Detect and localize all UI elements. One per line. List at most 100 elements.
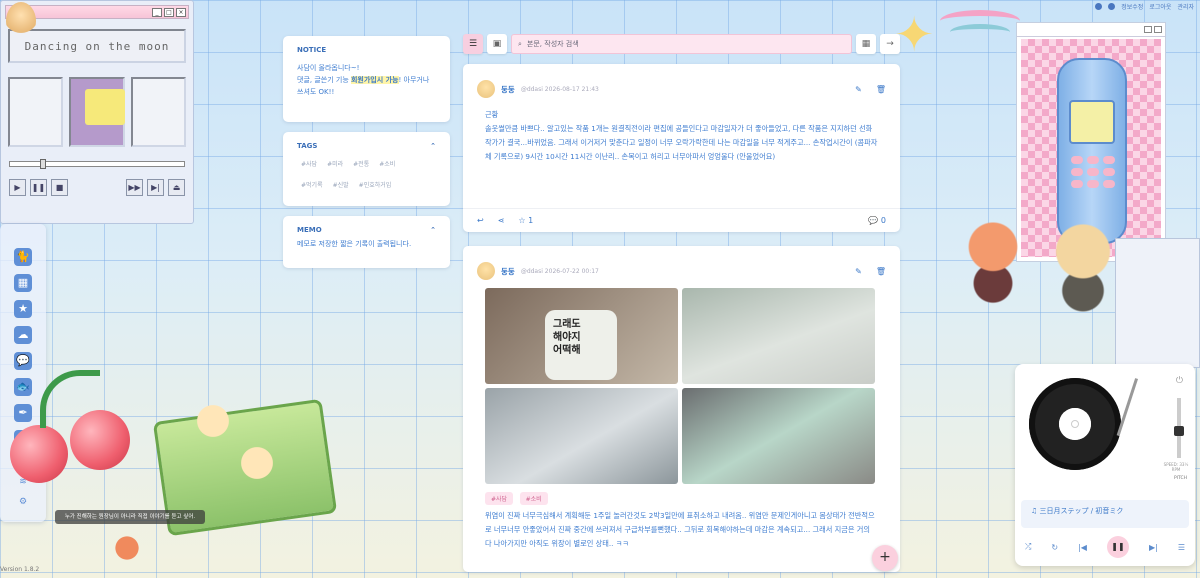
notice-body: 사담이 올라옵니다~! 댓글, 글쓴기 기능 회원가입시 가능! 아무거나 쓰셔… [283,54,450,106]
close-icon[interactable] [1154,26,1162,33]
window-titlebar[interactable] [1017,23,1165,37]
stop-icon[interactable]: ■ [51,179,68,196]
notice-line-1: 사담이 올라옵니다~! [297,64,360,72]
post-card: 둥둥 @ddasi 2026-08-17 21:43 ✎ 🗑 근황 솔웃썰만큼 바… [463,64,900,232]
comment-icon[interactable]: 💬 0 [868,216,886,225]
pitch-slider-handle[interactable] [1174,426,1184,436]
post-author[interactable]: 둥둥 [501,266,515,277]
vinyl-record-icon[interactable] [1029,378,1121,470]
collapse-icon[interactable]: ⌃ [430,226,436,234]
chibi-bottom-icon [112,532,142,572]
seek-handle[interactable] [40,159,46,169]
minimize-icon[interactable]: _ [152,7,162,17]
phone-screen [1069,100,1115,144]
signup-highlight: 회원가입시 가능 [350,76,399,84]
photo-caption-text: 그래도 해야지 어떡해 [545,310,617,380]
power-icon[interactable]: ⏻ [1176,376,1183,386]
like-count: 1 [528,216,534,225]
photo-grid: 그래도 해야지 어떡해 [463,280,900,484]
tag-link[interactable]: #신발 [333,180,349,192]
next-icon[interactable]: ▶| [1149,543,1158,552]
post-text: 솔웃썰만큼 바쁘다.. 알고있는 작품 1개는 원결직전이라 편집에 공들인다고… [485,124,878,161]
cat-icon[interactable]: 🐈 [14,248,32,266]
avatar [477,262,495,280]
edit-profile-link[interactable]: 정보수정 [1121,2,1143,11]
pitch-slider[interactable] [1174,398,1184,458]
feed-toolbar: ☰ ▣ ⌕ 본문, 작성자 검색 ▦ → [463,34,900,54]
photo-lamp[interactable] [682,388,875,484]
right-panel [130,77,186,147]
blue-swirl-icon [950,24,1010,40]
star-icon[interactable]: ★ [14,300,32,318]
sparkle-star-icon: ✦ [894,7,935,63]
trash-icon[interactable]: 🗑 [876,267,886,276]
edit-icon[interactable]: ✎ [855,85,862,94]
gallery-view-icon[interactable]: ▣ [487,34,507,54]
shuffle-icon[interactable]: ⤮ [1025,542,1031,552]
notice-line-2: 댓글, 글쓴기 기능 [297,76,351,84]
playlist-icon[interactable]: ☰ [1178,543,1185,552]
post-tag[interactable]: #소비 [519,492,548,505]
track-display: Dancing on the moon [8,29,186,63]
eject-icon[interactable]: ⏏ [168,179,185,196]
cherry-stem-icon [40,370,100,428]
post-tag[interactable]: #사담 [485,492,514,505]
minimize-icon[interactable] [1144,26,1152,33]
album-art [69,77,126,147]
top-bar: 정보수정 로그아웃 관리자 [1095,2,1194,11]
pitch-label: PITCH [1173,476,1187,481]
reply-icon[interactable]: ↩ [477,216,484,225]
fish-icon[interactable]: 🐟 [14,378,32,396]
maximize-icon[interactable]: □ [164,7,174,17]
memo-title: MEMO [297,226,322,234]
trash-icon[interactable]: 🗑 [876,85,886,94]
quill-icon[interactable]: ✒ [14,404,32,422]
fast-forward-icon[interactable]: ▶▶ [126,179,143,196]
tags-title: TAGS [297,142,318,150]
post-author[interactable]: 둥둥 [501,84,515,95]
bell-icon[interactable] [1108,3,1116,10]
cloud-icon[interactable]: ☁ [14,326,32,344]
photo-phone-case[interactable] [485,388,678,484]
edit-icon[interactable]: ✎ [855,267,862,276]
heart-icon[interactable] [1095,3,1103,10]
tag-link[interactable]: #사담 [301,159,317,171]
photo-keyboard[interactable] [682,288,875,384]
tag-link[interactable]: #인효하거임 [359,180,392,192]
post-text: 위염이 진짜 너무극심해서 계획해둔 1주일 놀러간것도 2박3일만에 표취소하… [485,511,875,548]
tag-link[interactable]: #소비 [379,159,395,171]
logout-link[interactable]: 로그아웃 [1149,2,1171,11]
collapse-icon[interactable]: ⌃ [430,142,436,150]
star-icon[interactable]: ☆ 1 [518,216,533,225]
tag-link[interactable]: #미라 [327,159,343,171]
notice-card: NOTICE 사담이 올라옵니다~! 댓글, 글쓴기 기능 회원가입시 가능! … [283,36,450,122]
play-icon[interactable]: ▶ [9,179,26,196]
search-input[interactable]: ⌕ 본문, 작성자 검색 [511,34,852,54]
grid-icon[interactable]: ▦ [14,274,32,292]
previous-icon[interactable]: |◀ [1078,543,1087,552]
chibi-sticker-icon [6,2,36,40]
admin-link[interactable]: 관리자 [1177,2,1194,11]
chat-icon[interactable]: 💬 [14,352,32,370]
seek-bar[interactable] [9,159,185,169]
search-placeholder: 본문, 작성자 검색 [526,40,579,48]
next-track-icon[interactable]: ▶| [147,179,164,196]
flip-phone-icon [1057,58,1127,244]
calendar-icon[interactable]: ▦ [856,34,876,54]
phone-keys [1071,156,1115,188]
comment-count: 0 [880,216,886,225]
photo-airpods-case[interactable]: 그래도 해야지 어떡해 [485,288,678,384]
repeat-icon[interactable]: ↻ [1051,543,1058,552]
pause-icon[interactable]: ❚❚ [30,179,47,196]
tag-link[interactable]: #먹기록 [301,180,323,192]
share-icon[interactable]: ⋖ [498,216,505,225]
song-title: 三日月ステップ / 初音ミク [1039,507,1124,515]
pause-button[interactable]: ❚❚ [1106,536,1129,558]
add-post-button[interactable]: + [872,545,898,571]
chibi-girl-blonde-icon [1048,222,1118,320]
list-view-icon[interactable]: ☰ [463,34,483,54]
close-icon[interactable]: × [176,7,186,17]
tag-link[interactable]: #전통 [353,159,369,171]
gear-icon[interactable]: ⚙ [17,496,29,508]
now-playing-bar: ♫ 三日月ステップ / 初音ミク [1021,500,1189,528]
